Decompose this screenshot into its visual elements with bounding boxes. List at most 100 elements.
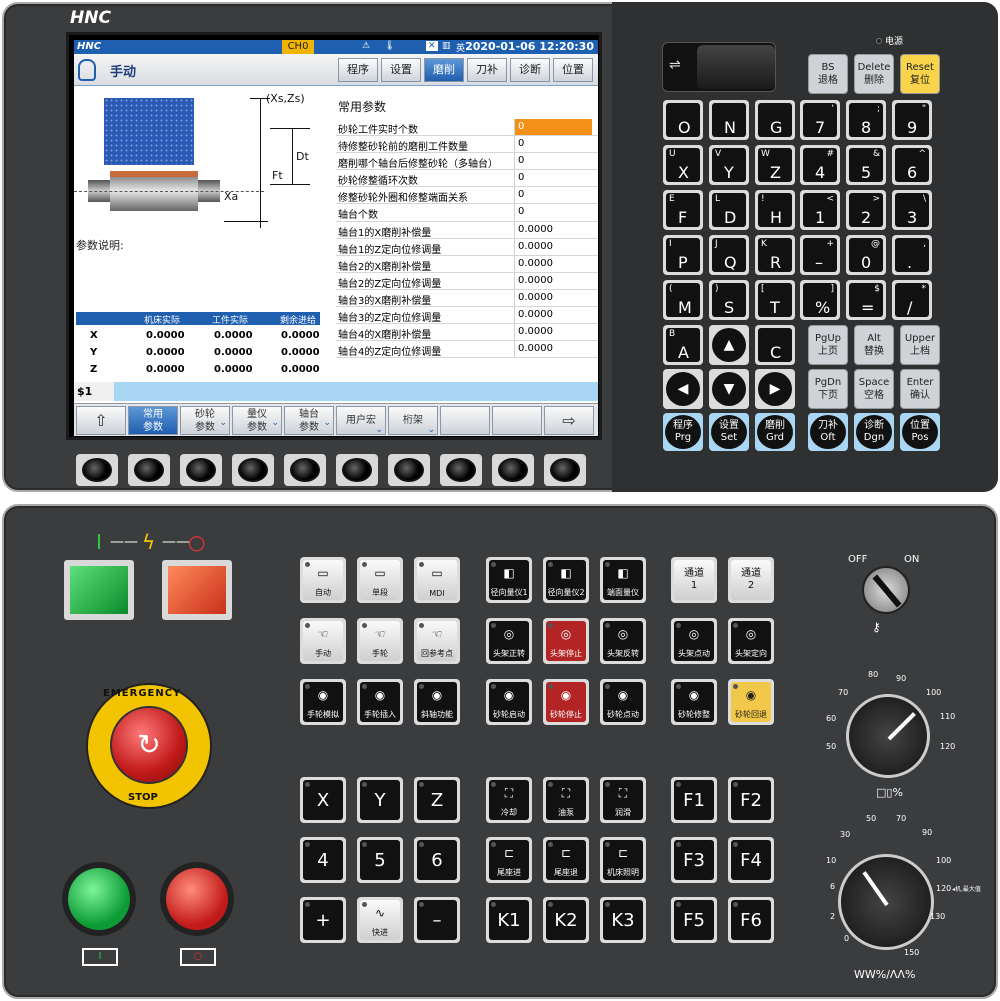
param-value[interactable]: 0 bbox=[514, 170, 592, 187]
param-value[interactable]: 0 bbox=[514, 153, 592, 170]
key-3-3[interactable]: + – bbox=[800, 235, 840, 275]
key-4-4[interactable]: $ = bbox=[846, 280, 886, 320]
key-3-5[interactable]: ,. bbox=[892, 235, 932, 275]
feed-hold-button[interactable] bbox=[160, 862, 234, 936]
param-value[interactable]: 0.0000 bbox=[514, 307, 592, 324]
wheel-key-2[interactable]: ◉ 斜轴功能 bbox=[414, 679, 460, 725]
fkey-empty[interactable] bbox=[492, 406, 542, 435]
key-2-0[interactable]: EF bbox=[663, 190, 703, 230]
reset-key[interactable]: Reset 复位 bbox=[900, 54, 940, 94]
mode-key-1[interactable]: ▭ 单段 bbox=[357, 557, 403, 603]
key-2-3[interactable]: <1 bbox=[800, 190, 840, 230]
soft-key-6[interactable] bbox=[336, 454, 378, 486]
soft-key-9[interactable] bbox=[492, 454, 534, 486]
tail-key-1[interactable]: ⊏ 尾座退 bbox=[543, 837, 589, 883]
mode-key-2[interactable]: ▭ MDI bbox=[414, 557, 460, 603]
f-key-6[interactable]: F6 bbox=[728, 897, 774, 943]
key-switch[interactable] bbox=[862, 566, 910, 614]
param-row[interactable]: 轴台4的Z定向位修调量 0.0000 bbox=[336, 341, 598, 359]
param-row[interactable]: 轴台4的X磨削补偿量 0.0000 bbox=[336, 324, 598, 342]
axis-key-1[interactable]: Y bbox=[357, 777, 403, 823]
param-value[interactable]: 0.0000 bbox=[514, 324, 592, 341]
tab-grinding[interactable]: 磨削 bbox=[424, 58, 464, 82]
space-key[interactable]: Space 空格 bbox=[854, 369, 894, 409]
param-value[interactable]: 0.0000 bbox=[514, 238, 592, 255]
tail-key-0[interactable]: ⊏ 尾座进 bbox=[486, 837, 532, 883]
key-4-2[interactable]: [T bbox=[755, 280, 795, 320]
backspace-key[interactable]: BS 退格 bbox=[808, 54, 848, 94]
f-key-2[interactable]: F2 bbox=[728, 777, 774, 823]
usb-slot[interactable]: ⇌ bbox=[662, 42, 776, 92]
coolant-key-2[interactable]: ⛶ 润滑 bbox=[600, 777, 646, 823]
key-3-4[interactable]: @0 bbox=[846, 235, 886, 275]
key-1-1[interactable]: VY bbox=[709, 145, 749, 185]
fkey-table-params[interactable]: 轴台 参数 ⌄ bbox=[284, 406, 334, 435]
emergency-stop-button[interactable]: ↻ bbox=[110, 706, 188, 784]
param-row[interactable]: 轴台1的X磨削补偿量 0.0000 bbox=[336, 221, 598, 239]
spindle-key-1[interactable]: ☜ 手轮 bbox=[357, 618, 403, 664]
key-3-0[interactable]: IP bbox=[663, 235, 703, 275]
plus-key[interactable]: + bbox=[300, 897, 346, 943]
spindle-key-5[interactable]: ◎ 头架反转 bbox=[600, 618, 646, 664]
soft-key-1[interactable] bbox=[76, 454, 118, 486]
enter-key[interactable]: Enter 确认 bbox=[900, 369, 940, 409]
wheel-key-5[interactable]: ◉ 砂轮点动 bbox=[600, 679, 646, 725]
command-line[interactable]: $1 bbox=[74, 382, 598, 401]
wheel-key-7[interactable]: ◉ 砂轮回退 bbox=[728, 679, 774, 725]
fkey-common-params[interactable]: 常用 参数 bbox=[128, 406, 178, 435]
func-key-dgn[interactable]: 诊断 Dgn bbox=[854, 413, 894, 451]
soft-key-3[interactable] bbox=[180, 454, 222, 486]
gauge-key-3[interactable]: ◧ 径向量仪1 bbox=[486, 557, 532, 603]
pgdn-key[interactable]: PgDn 下页 bbox=[808, 369, 848, 409]
k-key-3[interactable]: K3 bbox=[600, 897, 646, 943]
back-up-button[interactable]: ⇧ bbox=[76, 406, 126, 435]
key-3-1[interactable]: JQ bbox=[709, 235, 749, 275]
key-2-5[interactable]: \ 3 bbox=[892, 190, 932, 230]
pgup-key[interactable]: PgUp 上页 bbox=[808, 325, 848, 365]
wheel-key-0[interactable]: ◉ 手轮模拟 bbox=[300, 679, 346, 725]
channel-2-button[interactable]: 通道 2 bbox=[728, 557, 774, 603]
param-row[interactable]: 磨削哪个轴台后修整砂轮（多轴台） 0 bbox=[336, 153, 598, 171]
mode-key-0[interactable]: ▭ 自动 bbox=[300, 557, 346, 603]
k-key-2[interactable]: K2 bbox=[543, 897, 589, 943]
key-3-2[interactable]: KR bbox=[755, 235, 795, 275]
key-c[interactable]: C bbox=[755, 325, 795, 365]
key-2-1[interactable]: LD bbox=[709, 190, 749, 230]
param-value[interactable]: 0.0000 bbox=[514, 272, 592, 289]
func-key-pos[interactable]: 位置 Pos bbox=[900, 413, 940, 451]
tab-diagnosis[interactable]: 诊断 bbox=[510, 58, 550, 82]
f-key-3[interactable]: F3 bbox=[671, 837, 717, 883]
key-0-4[interactable]: ; 8 bbox=[846, 100, 886, 140]
rapid-key[interactable]: ∿ 快进 bbox=[357, 897, 403, 943]
upper-key[interactable]: Upper 上档 bbox=[900, 325, 940, 365]
param-row[interactable]: 砂轮工件实时个数 0 bbox=[336, 119, 598, 137]
f-key-5[interactable]: F5 bbox=[671, 897, 717, 943]
k-key-1[interactable]: K1 bbox=[486, 897, 532, 943]
gauge-key-5[interactable]: ◧ 端面量仪 bbox=[600, 557, 646, 603]
axis4-key-2[interactable]: 6 bbox=[414, 837, 460, 883]
key-4-0[interactable]: (M bbox=[663, 280, 703, 320]
param-row[interactable]: 待修整砂轮前的磨削工件数量 0 bbox=[336, 136, 598, 154]
axis-key-0[interactable]: X bbox=[300, 777, 346, 823]
wheel-key-3[interactable]: ◉ 砂轮启动 bbox=[486, 679, 532, 725]
func-key-prg[interactable]: 程序 Prg bbox=[663, 413, 703, 451]
param-row[interactable]: 轴台2的Z定向位修调量 0.0000 bbox=[336, 272, 598, 290]
param-row[interactable]: 轴台3的X磨削补偿量 0.0000 bbox=[336, 289, 598, 308]
soft-key-4[interactable] bbox=[232, 454, 274, 486]
gauge-key-4[interactable]: ◧ 径向量仪2 bbox=[543, 557, 589, 603]
param-value[interactable]: 0 bbox=[514, 136, 592, 153]
fkey-empty[interactable] bbox=[440, 406, 490, 435]
spindle-key-7[interactable]: ◎ 头架定向 bbox=[728, 618, 774, 664]
func-key-grd[interactable]: 磨削 Grd bbox=[755, 413, 795, 451]
wheel-key-1[interactable]: ◉ 手轮插入 bbox=[357, 679, 403, 725]
func-key-set[interactable]: 设置 Set bbox=[709, 413, 749, 451]
param-value[interactable]: 0 bbox=[514, 187, 592, 204]
param-value[interactable]: 0.0000 bbox=[514, 341, 592, 358]
axis-key-2[interactable]: Z bbox=[414, 777, 460, 823]
param-value[interactable]: 0 bbox=[514, 119, 592, 135]
key-0-5[interactable]: " 9 bbox=[892, 100, 932, 140]
spindle-key-2[interactable]: ☜ 回参考点 bbox=[414, 618, 460, 664]
spindle-key-0[interactable]: ☜ 手动 bbox=[300, 618, 346, 664]
key-0-1[interactable]: N bbox=[709, 100, 749, 140]
key-a[interactable]: BA bbox=[663, 325, 703, 365]
